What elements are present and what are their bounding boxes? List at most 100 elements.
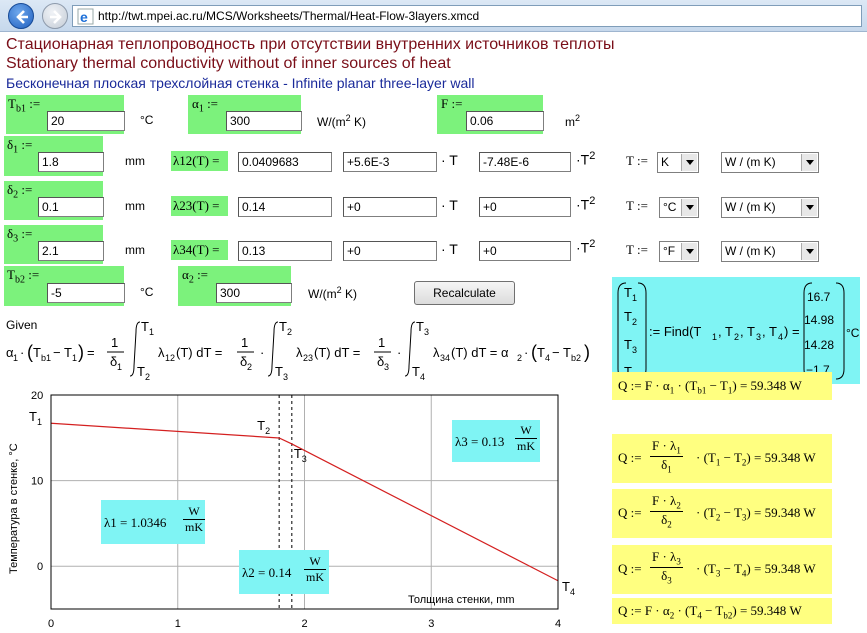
delta2-input[interactable] xyxy=(38,197,104,217)
svg-text:4: 4 xyxy=(778,332,783,342)
lambda34-c-input[interactable] xyxy=(479,241,571,261)
svg-text:2: 2 xyxy=(517,353,522,363)
svg-text:2: 2 xyxy=(632,317,637,327)
alpha2-input[interactable] xyxy=(216,283,292,303)
y-tick-label: 0 xyxy=(37,561,43,573)
recalculate-button[interactable]: Recalculate xyxy=(414,281,515,305)
svg-text:− T: − T xyxy=(53,345,72,360)
svg-text:T: T xyxy=(33,345,41,360)
back-button[interactable] xyxy=(8,3,34,29)
svg-text:T: T xyxy=(624,285,632,300)
lambda12-a-input[interactable] xyxy=(238,152,332,172)
lambda3-value: λ3 = 0.13 xyxy=(455,434,505,449)
tb1-unit: °C xyxy=(140,113,154,127)
multiply-dot-t2: ·T2 xyxy=(576,150,596,168)
arrow-right-icon xyxy=(50,10,62,24)
svg-text:T: T xyxy=(137,364,145,379)
svg-text:T: T xyxy=(537,345,545,360)
lambda12-b-input[interactable] xyxy=(343,152,437,172)
svg-text:(T) dT =: (T) dT = xyxy=(314,345,360,360)
q-value-3: 59.348 W xyxy=(764,505,816,520)
t-unit-select-2[interactable]: °C xyxy=(659,197,699,218)
chevron-down-icon xyxy=(801,154,817,171)
lambda-unit-select-1[interactable]: W / (m K) xyxy=(721,152,819,173)
multiply-dot-t2: ·T2 xyxy=(576,195,596,213)
chevron-down-icon xyxy=(681,243,697,260)
alpha1-unit: W/(m2 K) xyxy=(317,113,367,129)
svg-text:1: 1 xyxy=(241,335,248,350)
svg-text::= Find(T: := Find(T xyxy=(649,324,701,339)
multiply-dot-t2: ·T2 xyxy=(576,238,596,256)
svg-text:·: · xyxy=(397,345,401,360)
svg-text:λ: λ xyxy=(296,345,303,360)
alpha1-input[interactable] xyxy=(226,111,302,131)
svg-text:) =: ) = xyxy=(784,324,800,339)
svg-text:3: 3 xyxy=(632,345,637,355)
svg-text:1: 1 xyxy=(13,353,18,363)
lambda12-c-input[interactable] xyxy=(479,152,571,172)
delta3-input[interactable] xyxy=(38,241,104,261)
address-url: http://twt.mpei.ac.ru/MCS/Worksheets/The… xyxy=(98,9,480,23)
multiply-dot: · T xyxy=(441,197,458,213)
svg-text:, T: , T xyxy=(762,324,777,339)
tb2-input[interactable] xyxy=(47,283,125,303)
lambda23-a-input[interactable] xyxy=(238,197,332,217)
lambda34-a-input[interactable] xyxy=(238,241,332,261)
t-unit-select-3[interactable]: °F xyxy=(659,241,699,262)
lambda23-b-input[interactable] xyxy=(343,197,437,217)
svg-text:, T: , T xyxy=(740,324,755,339)
delta1-input[interactable] xyxy=(38,152,104,172)
q-value-1: 59.348 W xyxy=(750,378,802,393)
t-unit-select-1[interactable]: K xyxy=(657,152,699,173)
x-tick-label: 1 xyxy=(175,618,181,630)
svg-text:1: 1 xyxy=(378,335,385,350)
arrow-left-icon xyxy=(16,10,28,24)
lambda-unit-select-2[interactable]: W / (m K) xyxy=(721,197,819,218)
forward-button[interactable] xyxy=(42,3,68,29)
svg-text:): ) xyxy=(78,342,84,362)
svg-text:T: T xyxy=(624,337,632,352)
tb1-input[interactable] xyxy=(47,111,125,131)
svg-text:− T: − T xyxy=(552,345,571,360)
lambda23-label: λ23(T) = xyxy=(173,198,220,213)
delta1-label: δ1 := xyxy=(7,137,33,156)
q-result-5: Q := F · α2 · (T4 − Tb2) = 59.348 W xyxy=(612,598,832,624)
q-value-5: 59.348 W xyxy=(750,603,802,618)
lambda3-unit: WmK xyxy=(515,423,537,453)
svg-text:3: 3 xyxy=(283,372,288,380)
find-value-1: 16.7 xyxy=(807,290,831,304)
tb2-unit: °C xyxy=(140,285,154,299)
svg-text:1: 1 xyxy=(117,362,122,372)
lambda34-b-input[interactable] xyxy=(343,241,437,261)
f-input[interactable] xyxy=(466,111,544,131)
svg-text:·: · xyxy=(524,345,528,360)
find-value-3: 14.28 xyxy=(804,338,835,352)
delta3-label: δ3 := xyxy=(7,226,33,245)
ie-page-icon: e xyxy=(77,8,94,25)
svg-text:2: 2 xyxy=(145,372,150,380)
address-bar[interactable]: e http://twt.mpei.ac.ru/MCS/Worksheets/T… xyxy=(72,5,862,27)
svg-text:T: T xyxy=(416,319,424,334)
f-unit: m2 xyxy=(565,113,581,129)
lambda2-annotation: λ2 = 0.14 WmK xyxy=(239,550,329,594)
lambda3-annotation: λ3 = 0.13 WmK xyxy=(452,420,540,462)
q-result-3: Q := F · λ2 δ2 · (T2 − T3) = 59.348 W xyxy=(612,489,832,538)
lambda-unit-select-3[interactable]: W / (m K) xyxy=(721,241,819,262)
delta1-unit: mm xyxy=(125,154,145,168)
point-label: T1 xyxy=(29,409,42,427)
svg-text:1: 1 xyxy=(111,335,118,350)
chevron-down-icon xyxy=(681,199,697,216)
lambda23-c-input[interactable] xyxy=(479,197,571,217)
svg-text:4: 4 xyxy=(545,353,550,363)
t-unit-label: T := xyxy=(626,242,648,257)
lambda2-unit: WmK xyxy=(304,554,326,584)
svg-text:λ: λ xyxy=(433,345,440,360)
q-result-4: Q := F · λ3 δ3 · (T3 − T4) = 59.348 W xyxy=(612,545,832,594)
alpha2-label: α2 := xyxy=(182,267,209,286)
svg-text:12: 12 xyxy=(165,353,175,363)
find-value-2: 14.98 xyxy=(804,313,835,327)
point-label: T4 xyxy=(562,579,575,597)
svg-text:): ) xyxy=(584,342,590,362)
x-tick-label: 4 xyxy=(555,618,561,630)
multiply-dot: · T xyxy=(441,241,458,257)
